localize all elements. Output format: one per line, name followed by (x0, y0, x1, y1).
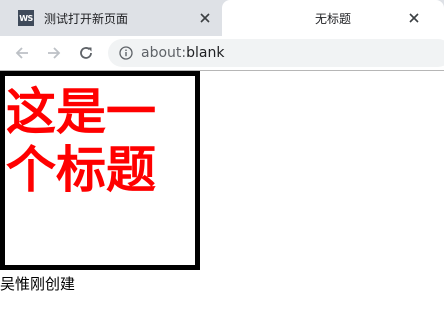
browser-window: WS 测试打开新页面 无标题 about:blank 这是一个标题 吴惟刚创建 (0, 0, 444, 324)
browser-toolbar: about:blank (0, 36, 444, 71)
author-caption: 吴惟刚创建 (0, 275, 76, 293)
tab-title: 测试打开新页面 (44, 11, 129, 26)
tab-strip: WS 测试打开新页面 无标题 (0, 0, 444, 36)
tab-untitled[interactable]: 无标题 (222, 0, 444, 36)
reload-icon[interactable] (76, 43, 96, 63)
url-scheme: about: (141, 45, 187, 61)
url-host: blank (186, 45, 225, 61)
tab-test-page[interactable]: WS 测试打开新页面 (0, 0, 222, 36)
forward-arrow-icon[interactable] (44, 43, 64, 63)
page-content: 这是一个标题 吴惟刚创建 (0, 71, 444, 324)
url-text: about:blank (141, 45, 224, 61)
back-arrow-icon[interactable] (12, 43, 32, 63)
info-icon[interactable] (119, 46, 133, 60)
heading-box: 这是一个标题 (0, 71, 200, 270)
page-heading: 这是一个标题 (6, 83, 156, 199)
address-bar[interactable]: about:blank (108, 39, 444, 67)
close-tab-icon[interactable] (197, 10, 213, 26)
webstorm-favicon-icon: WS (18, 10, 34, 26)
close-tab-icon[interactable] (406, 10, 422, 26)
tab-title: 无标题 (314, 11, 351, 26)
